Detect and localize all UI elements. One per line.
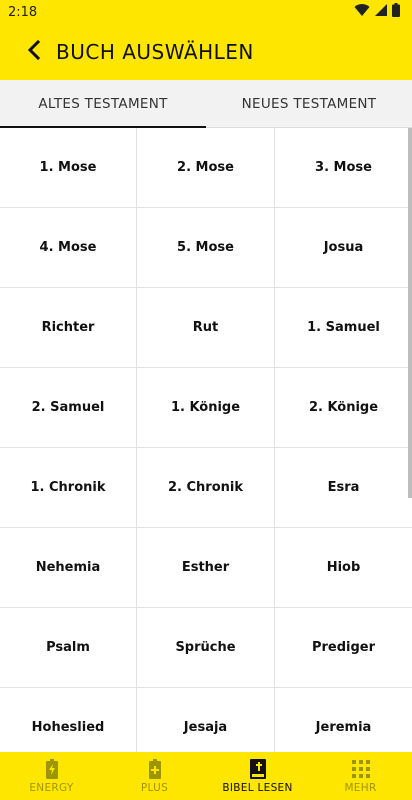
- book-cell[interactable]: 1. Könige: [137, 368, 275, 448]
- book-cell[interactable]: Nehemia: [0, 528, 137, 608]
- book-cell[interactable]: 2. Samuel: [0, 368, 137, 448]
- page-title: BUCH AUSWÄHLEN: [56, 40, 254, 64]
- battery-plus-icon: [148, 758, 161, 780]
- book-cell[interactable]: 1. Samuel: [275, 288, 412, 368]
- status-time: 2:18: [8, 4, 38, 20]
- book-cell[interactable]: 2. Könige: [275, 368, 412, 448]
- bottom-nav: ENERGY PLUS BIBEL LESEN MEHR: [0, 752, 412, 800]
- battery-icon: [392, 3, 400, 21]
- book-cell[interactable]: 1. Chronik: [0, 448, 137, 528]
- book-cell[interactable]: Jeremia: [275, 688, 412, 752]
- book-cell[interactable]: 3. Mose: [275, 128, 412, 208]
- wifi-icon: [354, 3, 370, 21]
- nav-bibel-lesen-label: BIBEL LESEN: [222, 782, 293, 794]
- nav-energy-label: ENERGY: [29, 782, 74, 794]
- nav-mehr-label: MEHR: [344, 782, 377, 794]
- nav-bibel-lesen[interactable]: BIBEL LESEN: [206, 752, 309, 800]
- chevron-left-icon: [27, 39, 41, 64]
- book-grid: 1. Mose 2. Mose 3. Mose 4. Mose 5. Mose …: [0, 128, 412, 752]
- status-bar: 2:18: [0, 0, 412, 24]
- book-cell[interactable]: 1. Mose: [0, 128, 137, 208]
- book-grid-container: 1. Mose 2. Mose 3. Mose 4. Mose 5. Mose …: [0, 128, 412, 752]
- status-icons: [354, 3, 400, 21]
- book-cell[interactable]: Hiob: [275, 528, 412, 608]
- tab-altes-testament[interactable]: ALTES TESTAMENT: [0, 80, 206, 128]
- book-cell[interactable]: Josua: [275, 208, 412, 288]
- book-cell[interactable]: 5. Mose: [137, 208, 275, 288]
- book-cell[interactable]: Jesaja: [137, 688, 275, 752]
- book-cell[interactable]: Esther: [137, 528, 275, 608]
- testament-tabs: ALTES TESTAMENT NEUES TESTAMENT: [0, 80, 412, 128]
- book-cell[interactable]: Prediger: [275, 608, 412, 688]
- nav-energy[interactable]: ENERGY: [0, 752, 103, 800]
- book-cell[interactable]: Esra: [275, 448, 412, 528]
- book-cell[interactable]: 4. Mose: [0, 208, 137, 288]
- nav-mehr[interactable]: MEHR: [309, 752, 412, 800]
- book-cell[interactable]: Hoheslied: [0, 688, 137, 752]
- app-bar: BUCH AUSWÄHLEN: [0, 24, 412, 80]
- tab-neues-testament[interactable]: NEUES TESTAMENT: [206, 80, 412, 127]
- back-button[interactable]: [0, 24, 52, 80]
- signal-icon: [374, 3, 388, 21]
- book-cell[interactable]: 2. Chronik: [137, 448, 275, 528]
- book-cell[interactable]: Sprüche: [137, 608, 275, 688]
- battery-bolt-icon: [45, 758, 58, 780]
- scrollbar[interactable]: [408, 128, 412, 498]
- nav-plus-label: PLUS: [140, 782, 169, 794]
- book-cell[interactable]: Richter: [0, 288, 137, 368]
- bible-icon: [249, 758, 266, 780]
- book-cell[interactable]: Psalm: [0, 608, 137, 688]
- nav-plus[interactable]: PLUS: [103, 752, 206, 800]
- grid-dots-icon: [351, 758, 370, 780]
- book-cell[interactable]: 2. Mose: [137, 128, 275, 208]
- book-cell[interactable]: Rut: [137, 288, 275, 368]
